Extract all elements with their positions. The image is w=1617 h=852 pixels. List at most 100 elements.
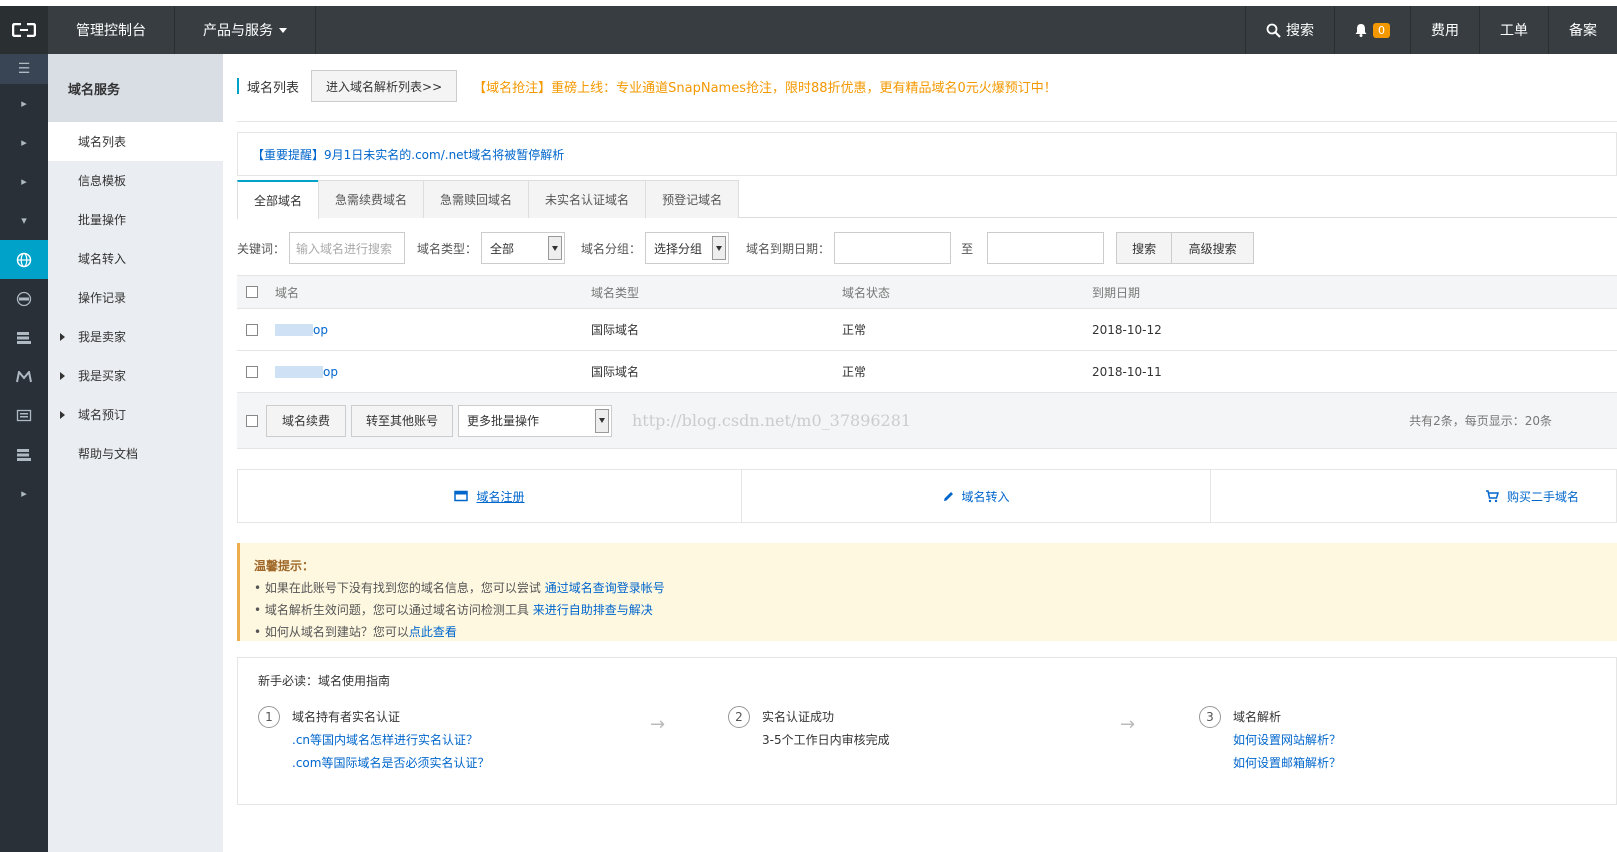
domain-expire-date: 2018-10-11	[1092, 364, 1162, 379]
tip-text: • 如何从域名到建站？您可以	[254, 625, 409, 639]
step-desc: 3-5个工作日内审核完成	[762, 733, 890, 747]
expand-triangle-icon	[60, 332, 65, 341]
chevron-down-icon	[712, 236, 727, 260]
expire-end-input[interactable]	[987, 232, 1105, 264]
guide-title: 新手必读：域名使用指南	[258, 674, 391, 688]
notification-badge: 0	[1373, 22, 1390, 38]
col-date: 到期日期	[1092, 285, 1141, 300]
guide-box: 新手必读：域名使用指南 1 域名持有者实名认证 .cn等国内域名怎样进行实名认证…	[237, 657, 1617, 805]
tip-link[interactable]: 通过域名查询登录帐号	[545, 581, 665, 595]
step-link[interactable]: 如何设置邮箱解析？	[1233, 752, 1341, 775]
expand-arrow-icon[interactable]: ▸	[0, 474, 48, 513]
calendar-icon	[454, 490, 469, 502]
step-link[interactable]: .com等国际域名是否必须实名认证？	[292, 752, 489, 775]
tab-unverified[interactable]: 未实名认证域名	[528, 180, 647, 218]
type-select[interactable]: 全部	[481, 232, 566, 264]
chevron-down-icon	[279, 27, 287, 33]
step-link[interactable]: .cn等国内域名怎样进行实名认证？	[292, 729, 489, 752]
m-brand-icon[interactable]	[0, 357, 48, 396]
expand-arrow-icon[interactable]: ▸	[0, 84, 48, 123]
search-filters: 关键词： 输入域名进行搜索 域名类型： 全部 域名分组： 选择分组 域名到期日期…	[237, 232, 1617, 264]
batch-ops-select[interactable]: 更多批量操作	[458, 404, 612, 437]
keyword-input[interactable]: 输入域名进行搜索	[289, 232, 406, 264]
search-submit-button[interactable]: 搜索	[1116, 232, 1173, 264]
collapse-arrow-icon[interactable]: ▾	[0, 201, 48, 240]
expand-arrow-icon[interactable]: ▸	[0, 123, 48, 162]
buy-secondhand-link[interactable]: 购买二手域名	[1211, 470, 1616, 522]
domain-table: 域名 域名类型 域名状态 到期日期 op 国际域名 正常 2018-10-12 …	[237, 275, 1617, 449]
row-checkbox[interactable]	[246, 365, 258, 378]
dns-list-button[interactable]: 进入域名解析列表>>	[311, 70, 458, 102]
transfer-account-button[interactable]: 转至其他账号	[351, 404, 453, 437]
tips-box: 温馨提示： • 如果在此账号下没有找到您的域名信息，您可以尝试 通过域名查询登录…	[237, 543, 1617, 641]
domain-sidebar: 域名服务 域名列表 信息模板 批量操作 域名转入 操作记录 我是卖家 我是买家 …	[48, 54, 223, 852]
server-icon[interactable]	[0, 318, 48, 357]
select-all-checkbox[interactable]	[246, 286, 258, 298]
advanced-search-button[interactable]: 高级搜索	[1172, 232, 1255, 264]
console-link[interactable]: 管理控制台	[48, 6, 175, 54]
expire-start-input[interactable]	[834, 232, 952, 264]
row-checkbox[interactable]	[246, 323, 258, 336]
sidebar-item-domain-list[interactable]: 域名列表	[48, 122, 223, 161]
domain-tabs: 全部域名 急需续费域名 急需赎回域名 未实名认证域名 预登记域名	[237, 180, 1617, 219]
step-title: 域名持有者实名认证	[292, 710, 401, 724]
table-row[interactable]: op 国际域名 正常 2018-10-12	[237, 309, 1617, 351]
sidebar-item-reserve[interactable]: 域名预订	[48, 395, 223, 434]
group-select[interactable]: 选择分组	[645, 232, 730, 264]
table-row[interactable]: op 国际域名 正常 2018-10-11	[237, 351, 1617, 393]
tip-line: • 域名解析生效问题，您可以通过域名访问检测工具 来进行自助排查与解决	[254, 599, 1603, 621]
sidebar-title: 域名服务	[48, 54, 223, 122]
transfer-in-link[interactable]: 域名转入	[742, 470, 1211, 522]
tip-link[interactable]: 来进行自助排查与解决	[533, 603, 653, 617]
menu-toggle-icon[interactable]: ☰	[0, 54, 48, 84]
expand-arrow-icon[interactable]: ▸	[0, 162, 48, 201]
sidebar-item-label: 帮助与文档	[78, 447, 139, 461]
domain-expire-date: 2018-10-12	[1092, 322, 1162, 337]
aliyun-logo-icon[interactable]	[0, 6, 48, 54]
transfer-in-label: 域名转入	[961, 489, 1010, 504]
tip-line: • 如果在此账号下没有找到您的域名信息，您可以尝试 通过域名查询登录帐号	[254, 577, 1603, 599]
tab-all-domains[interactable]: 全部域名	[237, 180, 320, 219]
sidebar-item-help[interactable]: 帮助与文档	[48, 434, 223, 473]
promo-banner[interactable]: 【域名抢注】重磅上线：专业通道SnapNames抢注，限时88折优惠，更有精品域…	[473, 77, 1057, 96]
dns-icon[interactable]	[0, 279, 48, 318]
monitor-icon[interactable]	[0, 396, 48, 435]
col-status: 域名状态	[842, 285, 891, 300]
storage-icon[interactable]	[0, 435, 48, 474]
ticket-link[interactable]: 工单	[1479, 6, 1548, 54]
renew-button[interactable]: 域名续费	[266, 404, 346, 437]
record-link[interactable]: 备案	[1548, 6, 1617, 54]
product-icon-rail: ☰ ▸ ▸ ▸ ▾ ▸	[0, 54, 48, 852]
step-link[interactable]: 如何设置网站解析？	[1233, 729, 1341, 752]
globe-icon[interactable]	[0, 240, 48, 279]
sidebar-item-transfer-in[interactable]: 域名转入	[48, 239, 223, 278]
sidebar-item-label: 域名列表	[78, 135, 127, 149]
domain-link[interactable]: op	[275, 365, 591, 379]
arrow-right-icon: →	[1120, 714, 1136, 735]
sidebar-item-info-template[interactable]: 信息模板	[48, 161, 223, 200]
tab-renew-urgent[interactable]: 急需续费域名	[318, 180, 425, 218]
guide-step-1: 1 域名持有者实名认证 .cn等国内域名怎样进行实名认证？ .com等国际域名是…	[258, 706, 489, 775]
domain-status: 正常	[842, 323, 867, 337]
step-number: 2	[728, 706, 750, 728]
cart-icon	[1486, 489, 1499, 502]
sidebar-item-seller[interactable]: 我是卖家	[48, 317, 223, 356]
top-navbar: 管理控制台 产品与服务 搜索 0 费用 工单 备案	[0, 6, 1617, 54]
tab-preregistered[interactable]: 预登记域名	[645, 180, 740, 218]
sidebar-item-op-log[interactable]: 操作记录	[48, 278, 223, 317]
search-button[interactable]: 搜索	[1245, 6, 1334, 54]
register-link[interactable]: 域名注册	[238, 470, 742, 522]
domain-status: 正常	[842, 365, 867, 379]
tip-link[interactable]: 点此查看	[409, 625, 457, 639]
products-menu[interactable]: 产品与服务	[175, 6, 316, 54]
domain-link[interactable]: op	[275, 323, 591, 337]
sidebar-item-buyer[interactable]: 我是买家	[48, 356, 223, 395]
table-footer: 域名续费 转至其他账号 更多批量操作 http://blog.csdn.net/…	[237, 393, 1617, 449]
footer-checkbox[interactable]	[246, 414, 258, 427]
sidebar-item-batch-ops[interactable]: 批量操作	[48, 200, 223, 239]
important-notice[interactable]: 【重要提醒】9月1日未实名的.com/.net域名将被暂停解析	[237, 132, 1617, 176]
notification-button[interactable]: 0	[1334, 6, 1410, 54]
fee-link[interactable]: 费用	[1410, 6, 1479, 54]
redacted-block	[275, 324, 313, 336]
tab-redeem-urgent[interactable]: 急需赎回域名	[423, 180, 530, 218]
